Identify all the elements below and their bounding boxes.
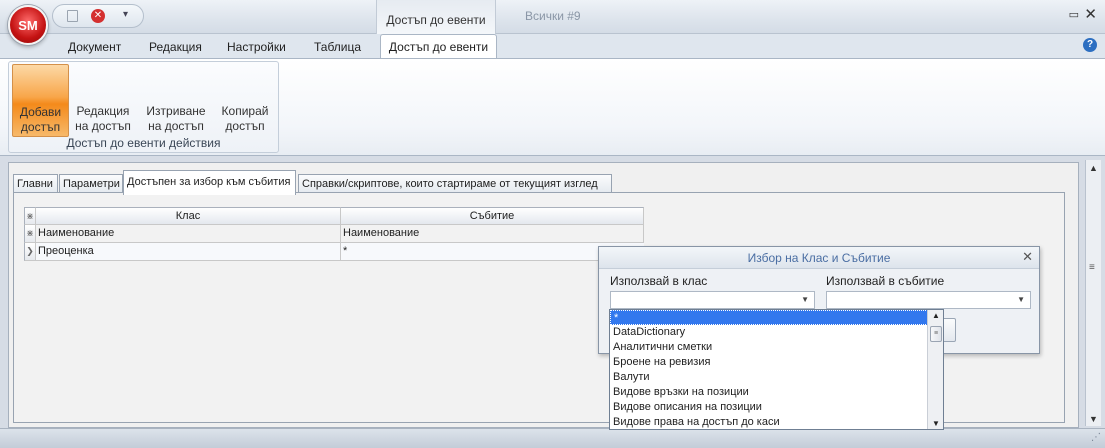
filter-row-icon: ⋇ <box>24 225 36 243</box>
scroll-down-icon[interactable]: ▼ <box>932 419 940 428</box>
dialog-title: Избор на Клас и Събитие <box>599 247 1039 269</box>
list-item[interactable]: Видове описания на позиции <box>610 400 928 415</box>
access-grid: ⋇ Клас Събитие ⋇ Наименование Наименован… <box>24 207 644 261</box>
close-document-icon[interactable]: ✕ <box>91 9 105 23</box>
edit-access-button[interactable]: Редакция на достъп <box>72 64 134 137</box>
use-in-event-label: Използвай в събитие <box>826 274 945 288</box>
list-item[interactable]: Аналитични сметки <box>610 340 928 355</box>
status-bar: ⋰ <box>0 428 1105 448</box>
cell-class[interactable]: Преоценка <box>36 243 341 261</box>
restore-window-icon[interactable]: ▭ <box>1069 8 1079 21</box>
delete-access-button[interactable]: Изтриване на достъп <box>142 64 210 137</box>
column-header-event[interactable]: Събитие <box>341 207 644 225</box>
copy-access-label-1: Копирай <box>221 104 269 118</box>
table-row[interactable]: ❯ Преоценка * <box>24 243 644 261</box>
tab-main[interactable]: Главни <box>13 174 58 194</box>
filter-event-name[interactable]: Наименование <box>341 225 644 243</box>
ribbon: Добави достъп Редакция на достъп Изтрива… <box>0 58 1105 156</box>
context-title-tab: Достъп до евенти <box>376 0 496 34</box>
use-in-class-label: Използвай в клас <box>610 274 708 288</box>
event-combo[interactable]: ▼ <box>826 291 1031 309</box>
ribbon-group-event-access: Добави достъп Редакция на достъп Изтрива… <box>8 61 279 153</box>
tab-parameters[interactable]: Параметри <box>59 174 123 194</box>
copy-access-label-2: достъп <box>225 119 265 133</box>
chevron-down-icon[interactable]: ▼ <box>1017 295 1025 304</box>
column-header-class[interactable]: Клас <box>36 207 341 225</box>
resize-grip-icon[interactable]: ⋰ <box>1091 432 1101 443</box>
scroll-thumb-icon[interactable]: ≡ <box>930 326 942 342</box>
quick-access-toolbar: ✕ ▾ <box>52 4 144 28</box>
list-item[interactable]: DataDictionary <box>610 325 928 340</box>
menu-bar: Документ Редакция Настройки Таблица Дост… <box>0 34 1105 58</box>
menu-settings[interactable]: Настройки <box>227 40 286 54</box>
class-combo[interactable]: ▼ <box>610 291 815 309</box>
scroll-up-icon[interactable]: ▲ <box>1089 163 1098 173</box>
app-menu-button[interactable]: SM <box>8 5 48 45</box>
customize-toolbar-icon[interactable]: ▾ <box>123 9 128 20</box>
grid-corner-icon: ⋇ <box>24 207 36 225</box>
delete-access-label-2: на достъп <box>148 119 204 133</box>
edit-access-label-2: на достъп <box>75 119 131 133</box>
scroll-down-icon[interactable]: ▼ <box>1089 414 1098 424</box>
dialog-close-icon[interactable]: ✕ <box>1022 249 1033 265</box>
list-item[interactable]: Видове права на достъп до каси <box>610 415 928 429</box>
delete-access-label-1: Изтриване <box>146 104 206 118</box>
add-access-label-2: достъп <box>20 120 61 134</box>
current-row-indicator-icon: ❯ <box>24 243 36 261</box>
edit-access-label-1: Редакция <box>76 104 130 118</box>
tab-reports-scripts[interactable]: Справки/скриптове, които стартираме от т… <box>298 174 612 194</box>
grid-header-row: ⋇ Клас Събитие <box>24 207 644 225</box>
add-access-label-1: Добави <box>19 105 62 119</box>
save-icon[interactable] <box>67 10 78 22</box>
scroll-thumb-icon[interactable]: ≡ <box>1089 262 1095 273</box>
grid-filter-row: ⋇ Наименование Наименование <box>24 225 644 243</box>
help-icon[interactable]: ? <box>1083 38 1097 52</box>
list-item[interactable]: Видове връзки на позиции <box>610 385 928 400</box>
menu-event-access[interactable]: Достъп до евенти <box>380 34 497 58</box>
dropdown-scrollbar[interactable]: ▲ ≡ ▼ <box>927 310 943 429</box>
scroll-up-icon[interactable]: ▲ <box>932 311 940 320</box>
close-window-icon[interactable]: ✕ <box>1084 5 1097 23</box>
menu-table[interactable]: Таблица <box>314 40 361 54</box>
menu-edit[interactable]: Редакция <box>149 40 202 54</box>
add-access-button[interactable]: Добави достъп <box>12 64 69 137</box>
menu-document[interactable]: Документ <box>68 40 121 54</box>
vertical-scrollbar[interactable]: ▲ ≡ ▼ <box>1085 160 1101 426</box>
title-bar: ✕ ▾ Достъп до евенти Всички #9 ▭ ✕ <box>0 0 1105 34</box>
document-title: Всички #9 <box>525 9 581 23</box>
chevron-down-icon[interactable]: ▼ <box>801 295 809 304</box>
list-item-selected[interactable]: * <box>610 310 928 325</box>
filter-class-name[interactable]: Наименование <box>36 225 341 243</box>
list-item[interactable]: Броене на ревизия <box>610 355 928 370</box>
tab-available-for-events[interactable]: Достъпен за избор към събития <box>123 170 296 195</box>
list-item[interactable]: Валути <box>610 370 928 385</box>
copy-access-button[interactable]: Копирай достъп <box>216 64 274 137</box>
ribbon-group-label: Достъп до евенти действия <box>66 136 221 150</box>
class-dropdown-list: * DataDictionary Аналитични сметки Броен… <box>609 309 944 430</box>
